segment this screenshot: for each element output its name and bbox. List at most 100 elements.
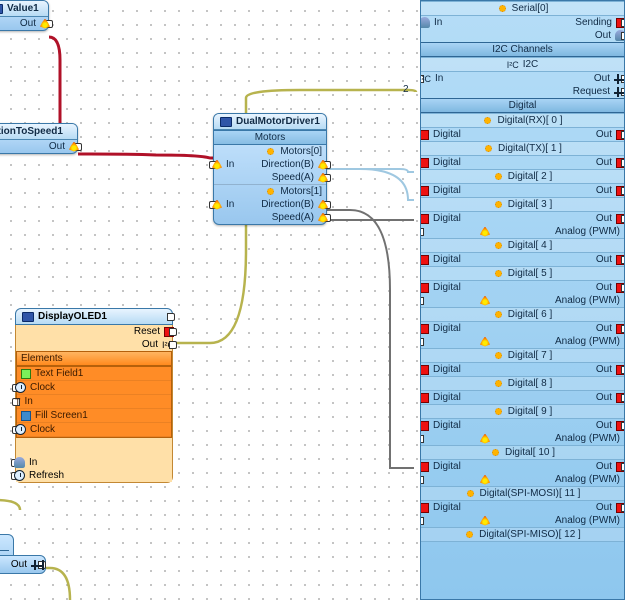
- pin-out[interactable]: [621, 256, 625, 264]
- gear-icon: [493, 309, 504, 320]
- digital-item-header: Digital[ 3 ]: [421, 197, 624, 212]
- node-displayoled[interactable]: DisplayOLED1 Reset OutI²C Elements Text …: [15, 308, 173, 483]
- chip-icon: [0, 4, 3, 14]
- pin-out[interactable]: [621, 32, 625, 40]
- digital-row[interactable]: DigitalOut: [421, 363, 624, 376]
- pin-out[interactable]: [621, 325, 625, 333]
- digital-label: Digital: [433, 461, 461, 472]
- digital-row[interactable]: DigitalOut: [421, 281, 624, 294]
- gear-icon: [465, 488, 476, 499]
- digital-row[interactable]: DigitalOut: [421, 322, 624, 335]
- clock-icon: [15, 424, 26, 435]
- out-label: Out: [596, 323, 612, 334]
- digital-row[interactable]: DigitalOut: [421, 419, 624, 432]
- pin-out[interactable]: [621, 187, 625, 195]
- digital-pwm-row[interactable]: Analog (PWM): [421, 335, 624, 348]
- status-icon: [420, 421, 429, 431]
- i2c-channels-label: I2C Channels: [421, 42, 624, 57]
- speedA2-label: Speed(A): [272, 212, 314, 223]
- pin-out[interactable]: [621, 504, 625, 512]
- digital-item-header: Digital(SPI-MISO)[ 12 ]: [421, 527, 624, 542]
- digital-pwm-row[interactable]: Analog (PWM): [421, 432, 624, 445]
- pin-out[interactable]: [167, 313, 175, 321]
- title-text: DisplayOLED1: [38, 311, 107, 322]
- pin-out[interactable]: [621, 19, 625, 27]
- pulse-icon: [31, 560, 43, 570]
- digital-row[interactable]: DigitalOut: [421, 184, 624, 197]
- pin-out[interactable]: [169, 341, 177, 349]
- digital-item-label: Digital[ 6 ]: [508, 309, 552, 320]
- pin-out[interactable]: [621, 159, 625, 167]
- chip-icon: [220, 117, 232, 127]
- gear-icon: [265, 146, 276, 157]
- digital-item-label: Digital[ 5 ]: [508, 268, 552, 279]
- analog-label: Analog (PWM): [555, 336, 620, 347]
- node-value1[interactable]: Value1 Out: [0, 0, 49, 31]
- digital-label: Digital: [433, 157, 461, 168]
- pin-out[interactable]: [621, 131, 625, 139]
- digital-row[interactable]: DigitalOut: [421, 128, 624, 141]
- digital-item-header: Digital[ 5 ]: [421, 266, 624, 281]
- digital-label: Digital: [433, 364, 461, 375]
- title-text: dAndDirectionToSpeed1: [0, 126, 63, 137]
- digital-item-label: Digital(SPI-MOSI)[ 11 ]: [480, 488, 581, 499]
- digital-pwm-row[interactable]: Analog (PWM): [421, 294, 624, 307]
- gear-icon: [464, 529, 475, 540]
- pin-out[interactable]: [621, 463, 625, 471]
- digital-item-label: Digital[ 7 ]: [508, 350, 552, 361]
- digital-row[interactable]: DigitalOut: [421, 391, 624, 404]
- node-outpulse[interactable]: Out: [0, 555, 46, 574]
- digital-row[interactable]: DigitalOut: [421, 212, 624, 225]
- gear-icon: [493, 171, 504, 182]
- pin-in[interactable]: [420, 338, 424, 346]
- in-label: In: [435, 73, 443, 84]
- digital-pwm-row[interactable]: Analog (PWM): [421, 514, 624, 527]
- pin-out[interactable]: [621, 215, 625, 223]
- in-label: In: [29, 457, 37, 468]
- status-icon: [420, 214, 429, 224]
- node-dualmotor[interactable]: DualMotorDriver1 Motors Motors[0] InDire…: [213, 113, 327, 225]
- digital-row[interactable]: DigitalOut: [421, 460, 624, 473]
- pin-out[interactable]: [169, 328, 177, 336]
- digital-row[interactable]: DigitalOut: [421, 501, 624, 514]
- digital-label: Digital: [433, 502, 461, 513]
- digital-pwm-row[interactable]: Analog (PWM): [421, 225, 624, 238]
- pin-in[interactable]: [420, 297, 424, 305]
- out-label: Out: [596, 420, 612, 431]
- digital-row[interactable]: DigitalOut: [421, 253, 624, 266]
- pin-in[interactable]: [420, 228, 424, 236]
- pin-out[interactable]: [621, 366, 625, 374]
- chip-icon: [22, 312, 34, 322]
- node-speed1[interactable]: dAndDirectionToSpeed1 Out: [0, 123, 78, 154]
- out-label: Out: [596, 282, 612, 293]
- right-panel-board[interactable]: Serial[0] In Sending Out I2C Channels I²…: [420, 0, 625, 600]
- status-icon: [420, 130, 429, 140]
- out-label: Out: [596, 213, 612, 224]
- digital-label: Digital: [433, 392, 461, 403]
- elements-label: Elements: [16, 351, 172, 366]
- pin-in[interactable]: [420, 476, 424, 484]
- clock-label: Clock: [30, 424, 55, 435]
- gear-icon: [265, 186, 276, 197]
- pin-out[interactable]: [621, 394, 625, 402]
- digital-item-label: Digital(TX)[ 1 ]: [498, 143, 562, 154]
- status-icon: [420, 283, 429, 293]
- digital-row[interactable]: DigitalOut: [421, 156, 624, 169]
- pin-out[interactable]: [621, 284, 625, 292]
- status-icon: [420, 158, 429, 168]
- fire-icon: [480, 434, 490, 444]
- digital-item-header: Digital[ 4 ]: [421, 238, 624, 253]
- gear-icon: [483, 143, 494, 154]
- pin-out[interactable]: [621, 422, 625, 430]
- textfield1-label: Text Field1: [35, 368, 83, 379]
- wire-badge-2: 2: [403, 84, 409, 95]
- digital-pwm-row[interactable]: Analog (PWM): [421, 473, 624, 486]
- pin-in[interactable]: [420, 517, 424, 525]
- status-icon: [420, 503, 429, 513]
- request-label: Request: [573, 86, 610, 97]
- pin-in[interactable]: [420, 435, 424, 443]
- directionB-label: Direction(B): [261, 159, 314, 170]
- in-label: In: [25, 396, 33, 407]
- out-label: Out: [11, 559, 27, 570]
- analog-label: Analog (PWM): [555, 433, 620, 444]
